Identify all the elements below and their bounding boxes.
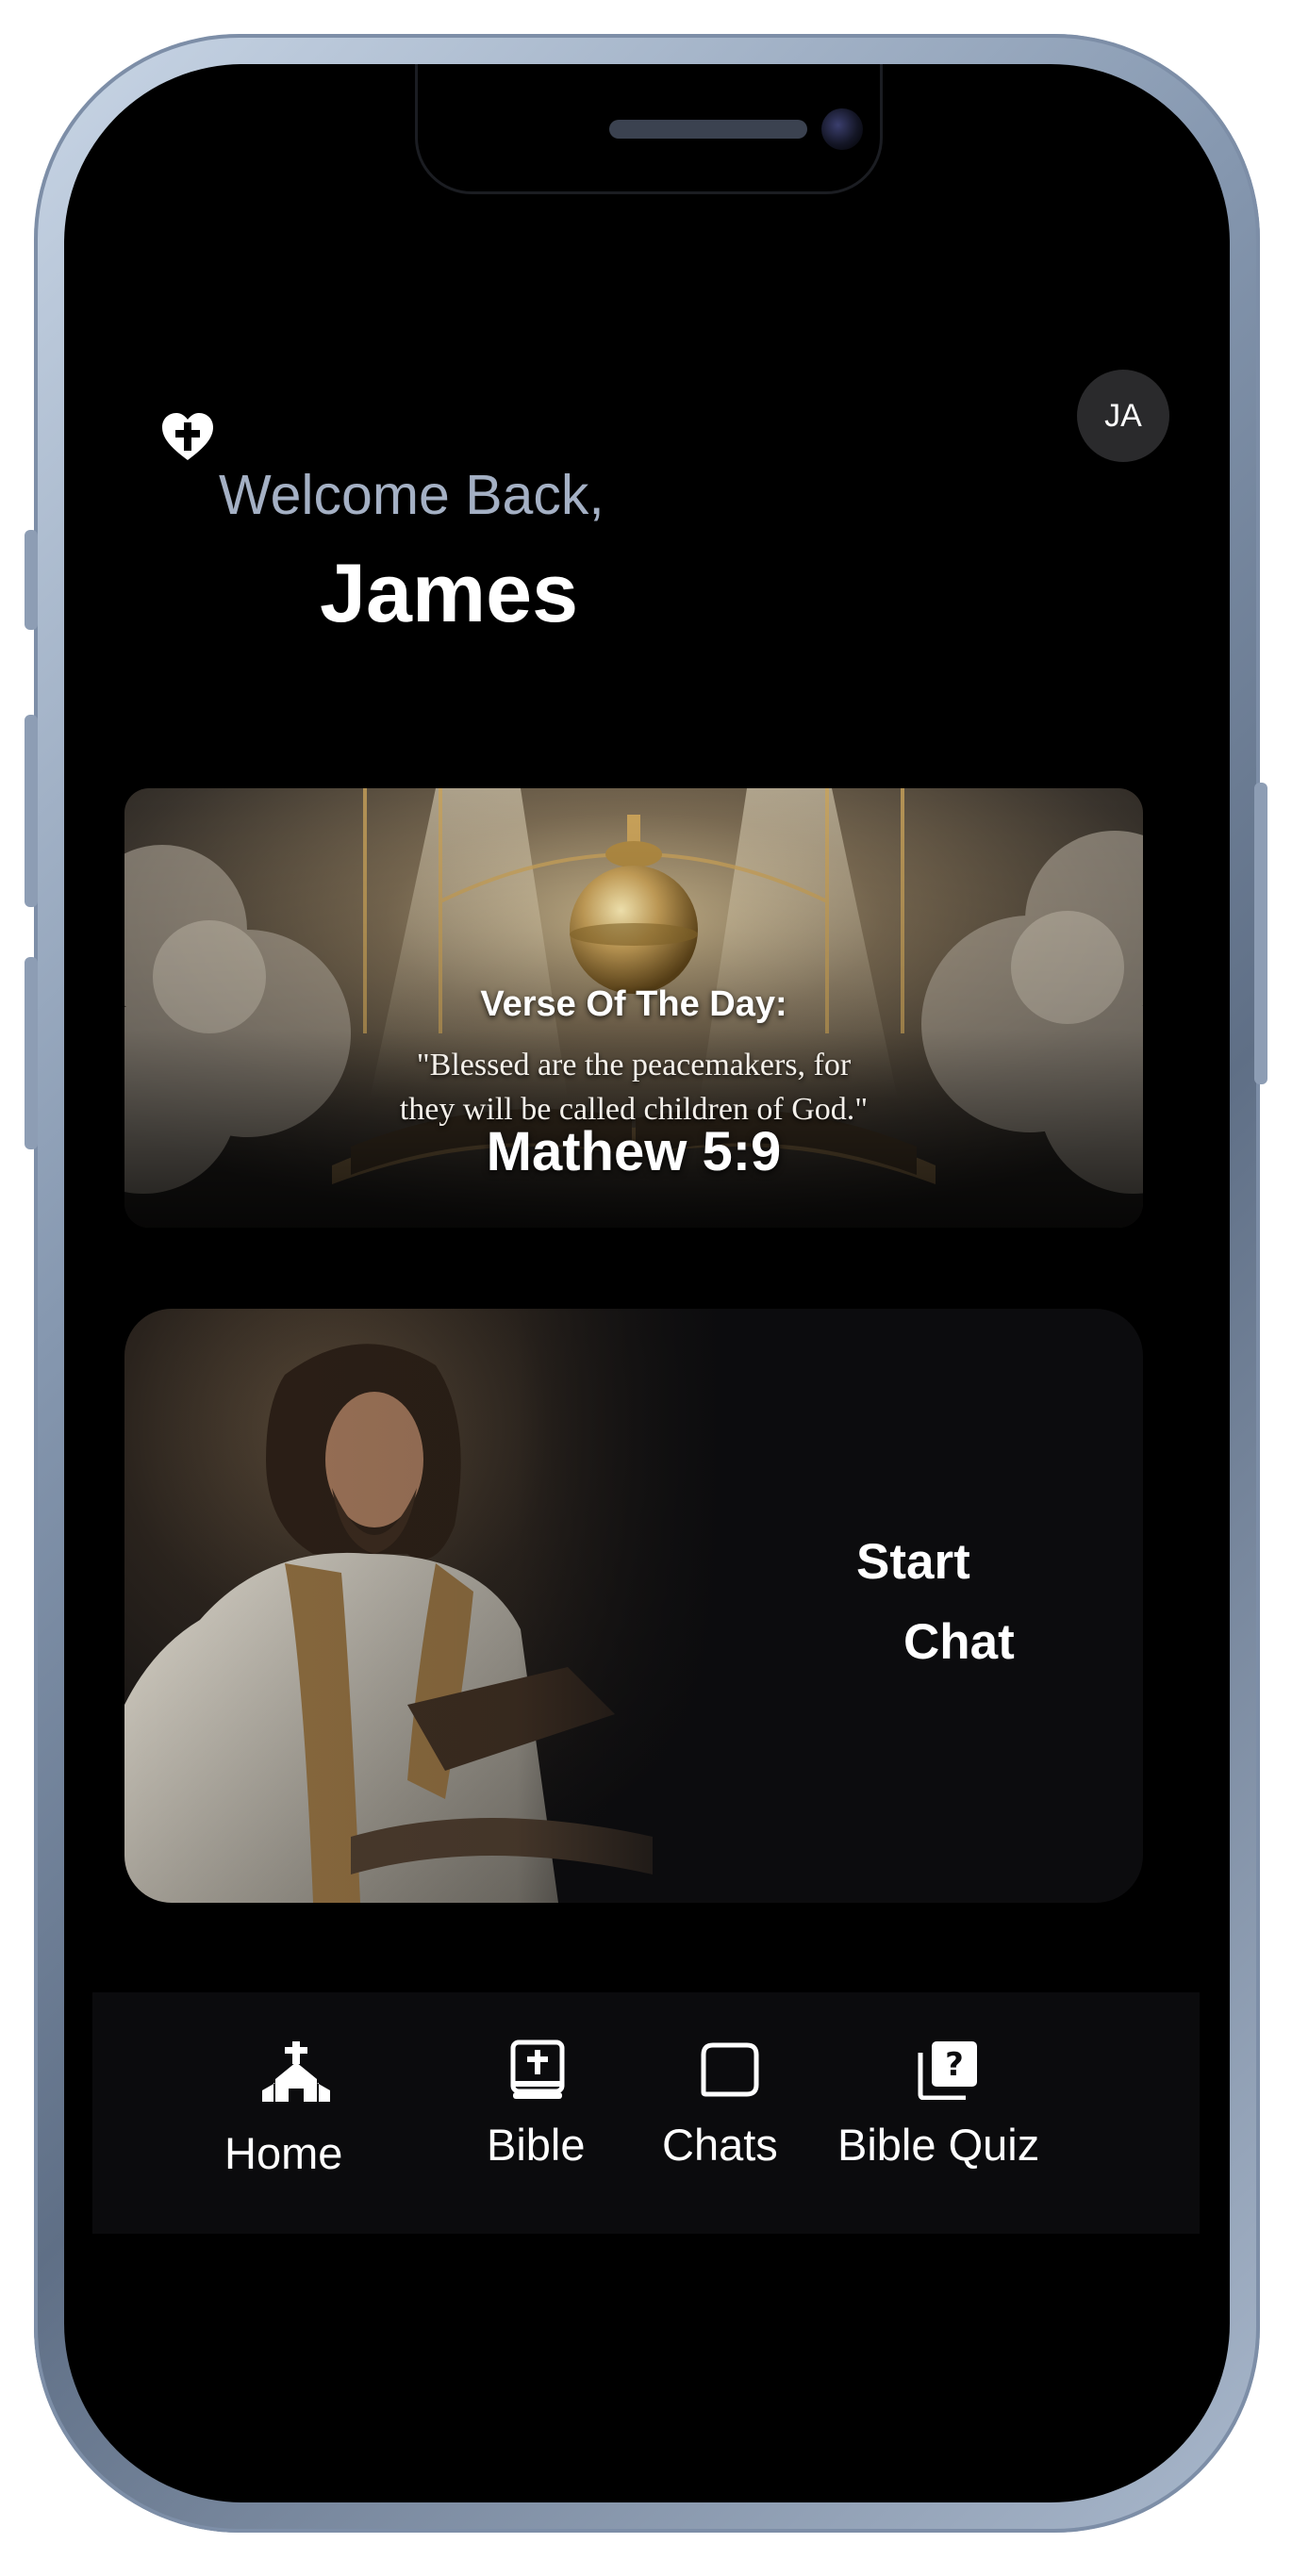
user-name: James [320, 546, 579, 639]
verse-of-the-day-card[interactable]: Verse Of The Day: "Blessed are the peace… [124, 788, 1143, 1228]
app-screen: Welcome Back, James JA Verse Of The Day:… [64, 64, 1230, 2502]
bottom-tab-bar: Home Bible Chats ? Bible Quiz [92, 1992, 1200, 2234]
verse-text: "Blessed are the peacemakers, for they w… [124, 1043, 1143, 1131]
jesus-reading-illustration [124, 1309, 728, 1903]
welcome-greeting: Welcome Back, [219, 464, 605, 526]
volume-down-button [25, 957, 38, 1149]
bible-book-icon [510, 2039, 565, 2099]
tab-home-label: Home [224, 2128, 343, 2178]
svg-text:?: ? [945, 2046, 964, 2084]
front-camera [821, 108, 863, 150]
start-chat-line1: Start [856, 1534, 970, 1590]
chat-bubble-icon [701, 2042, 759, 2097]
tab-bible-quiz[interactable]: ? Bible Quiz [837, 1992, 1073, 2234]
power-button [1254, 783, 1267, 1084]
tab-bible[interactable]: Bible [479, 1992, 602, 2234]
tab-bible-label: Bible [487, 2120, 586, 2170]
verse-text-line: "Blessed are the peacemakers, for [416, 1048, 852, 1082]
tab-chats-label: Chats [662, 2120, 778, 2170]
profile-avatar[interactable]: JA [1077, 370, 1169, 462]
silent-switch [25, 530, 38, 630]
tab-chats[interactable]: Chats [662, 1992, 803, 2234]
quiz-cards-icon: ? [918, 2041, 977, 2100]
volume-up-button [25, 715, 38, 907]
verse-reference: Mathew 5:9 [486, 1121, 782, 1182]
start-chat-card[interactable]: Start Chat [124, 1309, 1143, 1903]
church-icon [262, 2041, 330, 2102]
tab-bible-quiz-label: Bible Quiz [837, 2120, 1040, 2170]
start-chat-line2: Chat [903, 1614, 1015, 1670]
tab-home[interactable]: Home [224, 1992, 366, 2234]
verse-title: Verse Of The Day: [480, 984, 787, 1024]
earpiece-speaker [609, 120, 807, 139]
heart-cross-icon [162, 413, 213, 460]
